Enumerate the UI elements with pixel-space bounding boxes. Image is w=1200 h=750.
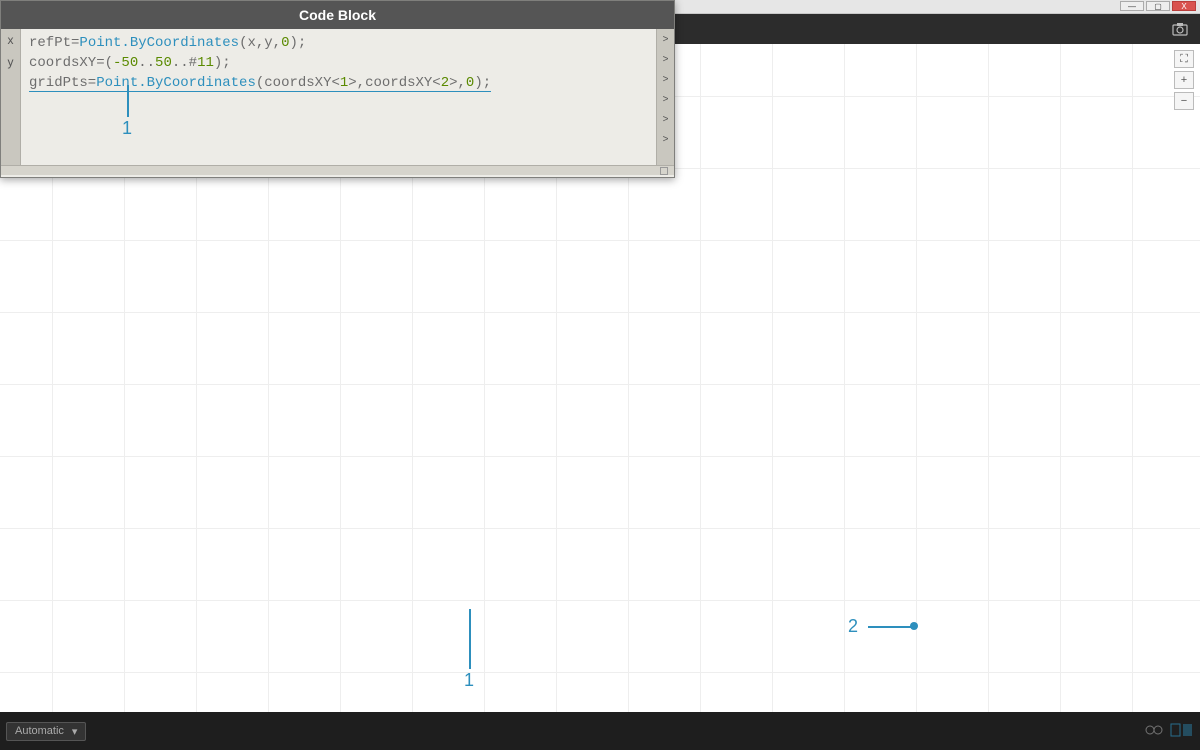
status-bar: Automatic ▾: [0, 712, 1200, 750]
camera-icon[interactable]: [1172, 22, 1188, 41]
output-port-1[interactable]: >: [657, 29, 674, 49]
node-title: Code Block: [1, 1, 674, 29]
preview-toggle-icon[interactable]: [660, 167, 668, 175]
chevron-down-icon: ▾: [72, 725, 78, 738]
output-port-6[interactable]: >: [657, 129, 674, 149]
viewport-toggle-icon[interactable]: [1170, 723, 1194, 740]
annotation-line: [127, 85, 129, 117]
zoom-out-button[interactable]: −: [1174, 92, 1194, 110]
run-mode-dropdown[interactable]: Automatic ▾: [6, 722, 86, 741]
zoom-controls: ⛶ + −: [1174, 50, 1194, 110]
window-minimize-button[interactable]: —: [1120, 1, 1144, 11]
output-port-2[interactable]: >: [657, 49, 674, 69]
annotation-label-1b: 1: [464, 670, 474, 691]
window-close-button[interactable]: X: [1172, 1, 1196, 11]
link-icon[interactable]: [1144, 723, 1164, 740]
zoom-in-button[interactable]: +: [1174, 71, 1194, 89]
input-port-y[interactable]: y: [1, 51, 20, 73]
annotation-line: [868, 626, 912, 628]
code-block-node-large[interactable]: Code Block x y refPt=Point.ByCoordinates…: [0, 0, 675, 178]
input-port-x[interactable]: x: [1, 29, 20, 51]
output-port-3[interactable]: >: [657, 69, 674, 89]
annotation-label-2: 2: [848, 616, 858, 637]
run-mode-label: Automatic: [15, 725, 64, 737]
code-text[interactable]: refPt=Point.ByCoordinates(x,y,0); coords…: [21, 29, 656, 165]
output-port-5[interactable]: >: [657, 109, 674, 129]
annotation-line: [469, 609, 471, 669]
annotation-label-1: 1: [122, 118, 132, 139]
annotation-dot-icon: [910, 622, 918, 630]
window-maximize-button[interactable]: ▢: [1146, 1, 1170, 11]
zoom-fit-button[interactable]: ⛶: [1174, 50, 1194, 68]
output-port-4[interactable]: >: [657, 89, 674, 109]
